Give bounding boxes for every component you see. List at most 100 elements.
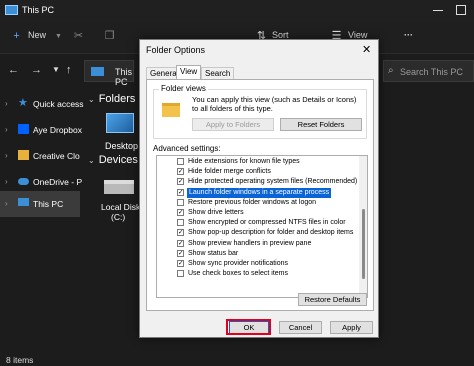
chevron-right-icon[interactable]: › <box>5 151 8 160</box>
search-input[interactable]: ⌕ Search This PC <box>383 60 474 82</box>
apply-to-folders-button[interactable]: Apply to Folders <box>192 118 274 131</box>
sidebar-item-label: Aye Dropbox <box>33 125 82 135</box>
advanced-setting-row[interactable]: ✓ Hide protected operating system files (… <box>157 177 359 187</box>
copy-icon[interactable]: ❐ <box>103 30 116 43</box>
folder-views-label: Folder views <box>159 84 208 93</box>
advanced-setting-label: Restore previous folder windows at logon <box>188 198 317 206</box>
window-title: This PC <box>22 5 55 15</box>
sidebar-item-quick-access[interactable]: › ★ Quick access <box>0 91 84 117</box>
disk-name: Local Disk <box>101 202 141 212</box>
reset-folders-button[interactable]: Reset Folders <box>280 118 362 131</box>
chevron-right-icon[interactable]: › <box>5 199 8 208</box>
computer-icon <box>18 198 29 206</box>
dialog-title: Folder Options <box>146 45 206 55</box>
checkbox[interactable] <box>177 219 184 227</box>
advanced-setting-label: Hide folder merge conflicts <box>188 168 271 176</box>
advanced-setting-label: Show encrypted or compressed NTFS files … <box>188 219 346 227</box>
advanced-setting-row[interactable]: ✓ Hide folder merge conflicts <box>157 167 359 177</box>
checkbox[interactable] <box>177 158 184 165</box>
advanced-setting-label: Show pop-up description for folder and d… <box>188 229 354 237</box>
local-disk-icon[interactable] <box>104 180 134 194</box>
advanced-setting-row[interactable]: Hide extensions for known file types <box>157 157 359 167</box>
computer-icon <box>91 67 104 76</box>
advanced-setting-row[interactable]: ✓ Show preview handlers in preview pane <box>157 239 359 249</box>
checkbox[interactable]: ✓ <box>177 249 184 257</box>
checkbox[interactable] <box>177 270 184 278</box>
checkbox[interactable]: ✓ <box>177 188 184 196</box>
folder-icon <box>18 150 29 160</box>
sidebar-item-creative-cloud[interactable]: › Creative Clo <box>0 143 80 169</box>
advanced-setting-label: Show sync provider notifications <box>188 260 288 267</box>
checkbox[interactable]: ✓ <box>177 260 184 267</box>
forward-arrow-icon[interactable]: → <box>31 64 42 76</box>
sidebar-item-label: OneDrive - P <box>33 177 83 187</box>
computer-icon <box>5 5 18 15</box>
chevron-down-icon: ⌄ <box>88 156 95 165</box>
sidebar-item-label: Quick access <box>33 99 84 109</box>
chevron-down-icon: ▼ <box>55 33 62 40</box>
apply-button[interactable]: Apply <box>330 321 373 334</box>
plus-icon[interactable]: + <box>10 30 23 43</box>
status-bar: 8 items <box>0 353 474 366</box>
sidebar-item-label: This PC <box>33 199 64 209</box>
recent-locations-icon[interactable]: ▼ <box>52 64 60 76</box>
cut-icon[interactable]: ✂ <box>72 30 85 43</box>
close-button[interactable]: ✕ <box>362 43 371 56</box>
new-button[interactable]: New <box>28 30 46 40</box>
star-icon: ★ <box>18 97 28 109</box>
sidebar-item-dropbox[interactable]: › Aye Dropbox <box>0 117 82 143</box>
chevron-down-icon: ⌄ <box>88 95 95 104</box>
scrollbar[interactable] <box>359 156 367 297</box>
ok-highlight-annotation <box>226 319 271 335</box>
search-placeholder: Search This PC <box>400 67 463 77</box>
folder-icon <box>162 103 180 117</box>
folder-views-group: Folder views You can apply this view (su… <box>153 84 367 139</box>
advanced-setting-row[interactable]: ✓ Show pop-up description for folder and … <box>157 228 359 238</box>
address-field[interactable]: This PC <box>84 60 134 87</box>
chevron-right-icon[interactable]: › <box>5 99 8 108</box>
advanced-settings-list[interactable]: Hide extensions for known file types ✓ Hid… <box>156 155 368 298</box>
advanced-setting-row[interactable]: ✓ Show sync provider notifications <box>157 259 359 269</box>
local-disk-label[interactable]: Local Disk (C:) <box>101 202 140 222</box>
folder-options-dialog: Folder Options ✕ General View Search Fol… <box>139 39 379 338</box>
advanced-setting-label: Hide extensions for known file types <box>188 158 300 165</box>
advanced-setting-label: Show status bar <box>188 249 239 257</box>
item-count: 8 items <box>6 355 34 365</box>
checkbox[interactable] <box>177 198 184 206</box>
checkbox[interactable]: ✓ <box>177 168 184 176</box>
desktop-label[interactable]: Desktop <box>105 141 138 151</box>
more-options-button[interactable]: ··· <box>404 30 413 40</box>
tab-view[interactable]: View <box>176 65 202 79</box>
advanced-setting-row[interactable]: ✓ Show drive letters <box>157 208 359 218</box>
checkbox[interactable]: ✓ <box>177 178 184 186</box>
search-icon: ⌕ <box>388 65 394 76</box>
disk-letter: (C:) <box>111 212 126 222</box>
advanced-setting-row[interactable]: ✓ Show status bar <box>157 249 359 259</box>
advanced-setting-row[interactable]: Restore previous folder windows at logon <box>157 198 359 208</box>
folders-group-header[interactable]: ⌄ Folders ( <box>88 93 142 105</box>
checkbox[interactable]: ✓ <box>177 239 184 247</box>
sidebar-item-this-pc[interactable]: › This PC <box>0 191 80 217</box>
advanced-setting-label: Use check boxes to select items <box>188 270 288 278</box>
navigation-pane: › ★ Quick access › Aye Dropbox › Creativ… <box>0 88 84 353</box>
chevron-right-icon[interactable]: › <box>5 177 8 186</box>
advanced-setting-row[interactable]: ✓ Launch folder windows in a separate pro… <box>157 187 359 198</box>
tab-search[interactable]: Search <box>201 67 235 79</box>
restore-defaults-button[interactable]: Restore Defaults <box>298 293 367 306</box>
title-bar: This PC <box>0 0 474 22</box>
back-arrow-icon[interactable]: ← <box>8 64 19 76</box>
desktop-folder-icon[interactable] <box>106 113 134 133</box>
checkbox[interactable]: ✓ <box>177 209 184 216</box>
up-arrow-icon[interactable]: ↑ <box>66 64 72 76</box>
checkbox[interactable]: ✓ <box>177 229 184 237</box>
minimize-button[interactable] <box>433 10 443 11</box>
advanced-setting-label: Show drive letters <box>188 209 244 216</box>
cancel-button[interactable]: Cancel <box>279 321 322 334</box>
advanced-setting-row[interactable]: Show encrypted or compressed NTFS files … <box>157 218 359 228</box>
chevron-right-icon[interactable]: › <box>5 125 8 134</box>
address-path: This PC <box>115 67 133 87</box>
advanced-setting-label: Show preview handlers in preview pane <box>188 239 312 247</box>
maximize-button[interactable] <box>456 5 466 15</box>
scrollbar-thumb[interactable] <box>362 209 365 279</box>
advanced-setting-row[interactable]: Use check boxes to select items <box>157 269 359 279</box>
